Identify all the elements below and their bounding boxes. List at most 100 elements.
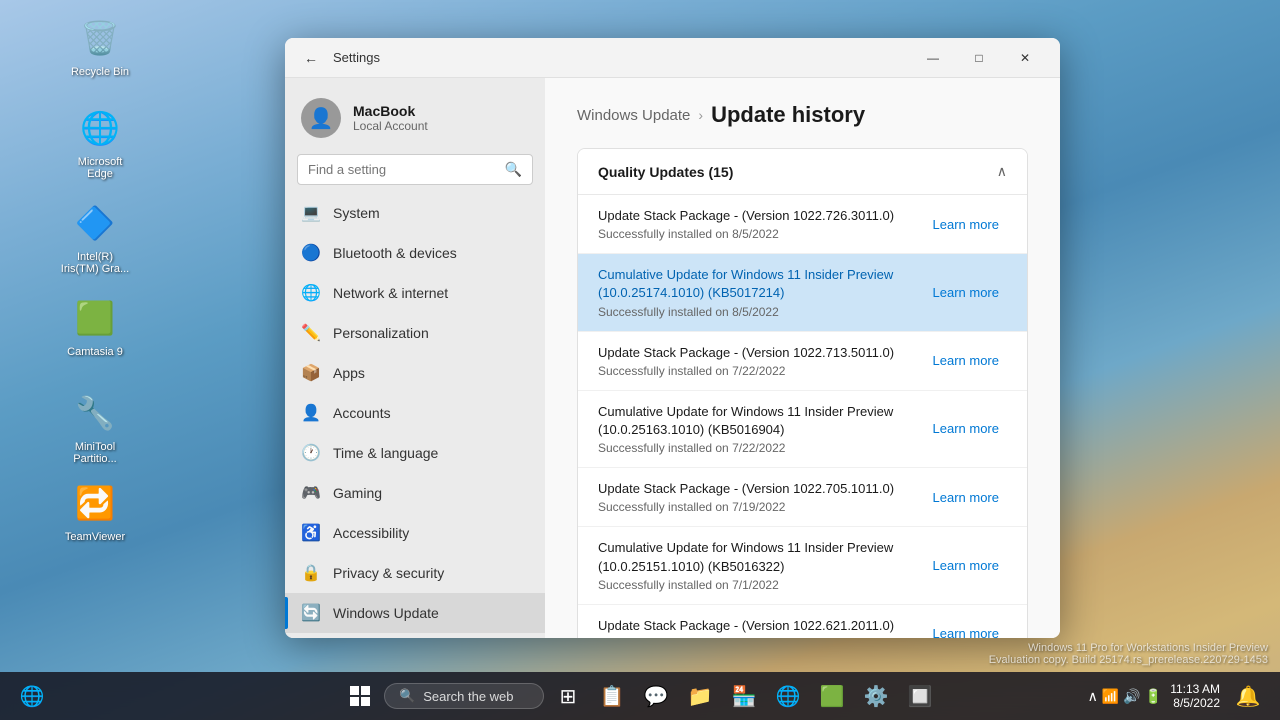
main-content: Windows Update › Update history Quality … (545, 78, 1060, 638)
intel-icon: 🔷 (71, 199, 119, 247)
recycle-bin-icon: 🗑️ (76, 14, 124, 62)
update-date-6: Successfully installed on 7/1/2022 (598, 578, 925, 592)
update-section: Quality Updates (15) ∧ Update Stack Pack… (577, 148, 1028, 638)
update-date-3: Successfully installed on 7/22/2022 (598, 364, 925, 378)
update-item-5: Update Stack Package - (Version 1022.705… (578, 468, 1027, 527)
accounts-label: Accounts (333, 405, 391, 421)
section-header[interactable]: Quality Updates (15) ∧ (578, 149, 1027, 195)
nav-item-windows-update[interactable]: 🔄 Windows Update (285, 593, 545, 633)
nav-item-gaming[interactable]: 🎮 Gaming (285, 473, 545, 513)
edge-taskbar-button[interactable]: 🌐 (768, 676, 808, 716)
widgets-button[interactable]: 📋 (592, 676, 632, 716)
store-button[interactable]: 🏪 (724, 676, 764, 716)
accessibility-icon: ♿ (301, 523, 321, 543)
camtasia-taskbar-button[interactable]: 🟩 (812, 676, 852, 716)
learn-more-button-3[interactable]: Learn more (925, 349, 1007, 372)
learn-more-button-1[interactable]: Learn more (925, 213, 1007, 236)
edge-taskbar-icon[interactable]: 🌐 (12, 676, 52, 716)
start-button[interactable] (340, 676, 380, 716)
user-profile[interactable]: 👤 MacBook Local Account (285, 90, 545, 154)
bluetooth-icon: 🔵 (301, 243, 321, 263)
update-item-6: Cumulative Update for Windows 11 Insider… (578, 527, 1027, 604)
watermark-line2: Evaluation copy. Build 25174.rs_prerelea… (0, 654, 1268, 666)
settings-window: ← Settings — □ ✕ 👤 MacBook Local Account (285, 38, 1060, 638)
teamviewer-label: TeamViewer (65, 531, 125, 543)
taskbar-left: 🌐 (12, 676, 52, 716)
search-icon: 🔍 (505, 161, 522, 178)
nav-item-privacy[interactable]: 🔒 Privacy & security (285, 553, 545, 593)
taskbar-right: ∧ 📶 🔊 🔋 11:13 AM 8/5/2022 🔔 (1088, 676, 1268, 716)
teams-button[interactable]: 💬 (636, 676, 676, 716)
update-date: Successfully installed on 8/5/2022 (598, 227, 925, 241)
update-item-7: Update Stack Package - (Version 1022.621… (578, 605, 1027, 638)
learn-more-button-7[interactable]: Learn more (925, 622, 1007, 638)
desktop-icon-intel[interactable]: 🔷 Intel(R) Iris(TM) Gra... (55, 195, 135, 279)
update-date-2: Successfully installed on 8/5/2022 (598, 305, 925, 319)
nav-item-time[interactable]: 🕐 Time & language (285, 433, 545, 473)
update-item-4: Cumulative Update for Windows 11 Insider… (578, 391, 1027, 468)
settings-search[interactable]: 🔍 (297, 154, 533, 185)
nav-item-system[interactable]: 💻 System (285, 193, 545, 233)
nav-item-bluetooth[interactable]: 🔵 Bluetooth & devices (285, 233, 545, 273)
battery-icon[interactable]: 🔋 (1145, 688, 1162, 705)
edge-icon: 🌐 (76, 104, 124, 152)
learn-more-button-5[interactable]: Learn more (925, 486, 1007, 509)
close-button[interactable]: ✕ (1002, 38, 1048, 78)
breadcrumb-current: Update history (711, 102, 865, 128)
desktop-icon-edge[interactable]: 🌐 Microsoft Edge (60, 100, 140, 184)
desktop-icon-camtasia[interactable]: 🟩 Camtasia 9 (55, 290, 135, 362)
settings-taskbar-button[interactable]: ⚙️ (856, 676, 896, 716)
taskbar-time[interactable]: 11:13 AM 8/5/2022 (1170, 682, 1220, 710)
update-name: Update Stack Package - (Version 1022.726… (598, 207, 925, 225)
learn-more-button-2[interactable]: Learn more (925, 281, 1007, 304)
update-info-7: Update Stack Package - (Version 1022.621… (598, 617, 925, 638)
update-item-3: Update Stack Package - (Version 1022.713… (578, 332, 1027, 391)
minimize-button[interactable]: — (910, 38, 956, 78)
file-explorer-button[interactable]: 📁 (680, 676, 720, 716)
time-label: Time & language (333, 445, 438, 461)
notification-icon[interactable]: 🔔 (1228, 676, 1268, 716)
nav-item-network[interactable]: 🌐 Network & internet (285, 273, 545, 313)
desktop-icon-recycle-bin[interactable]: 🗑️ Recycle Bin (60, 10, 140, 82)
learn-more-button-4[interactable]: Learn more (925, 417, 1007, 440)
search-icon: 🔍 (399, 688, 415, 704)
learn-more-button-6[interactable]: Learn more (925, 554, 1007, 577)
nav-item-accounts[interactable]: 👤 Accounts (285, 393, 545, 433)
nav-item-accessibility[interactable]: ♿ Accessibility (285, 513, 545, 553)
camtasia-icon: 🟩 (71, 294, 119, 342)
nav-item-personalization[interactable]: ✏️ Personalization (285, 313, 545, 353)
back-button[interactable]: ← (297, 44, 325, 72)
breadcrumb: Windows Update › Update history (577, 102, 1028, 128)
desktop-icon-teamviewer[interactable]: 🔁 TeamViewer (55, 475, 135, 547)
update-info-6: Cumulative Update for Windows 11 Insider… (598, 539, 925, 591)
taskbar-center: 🔍 Search the web ⊞ 📋 💬 📁 🏪 🌐 🟩 ⚙️ 🔲 (340, 676, 940, 716)
title-bar: ← Settings — □ ✕ (285, 38, 1060, 78)
update-date-4: Successfully installed on 7/22/2022 (598, 441, 925, 455)
extra-button[interactable]: 🔲 (900, 676, 940, 716)
chevron-icon[interactable]: ∧ (1088, 688, 1098, 705)
desktop-icon-minitool[interactable]: 🔧 MiniTool Partitio... (55, 385, 135, 469)
update-name-5: Update Stack Package - (Version 1022.705… (598, 480, 925, 498)
volume-icon[interactable]: 🔊 (1123, 688, 1140, 705)
update-info-4: Cumulative Update for Windows 11 Insider… (598, 403, 925, 455)
update-name-7: Update Stack Package - (Version 1022.621… (598, 617, 925, 635)
wifi-icon[interactable]: 📶 (1102, 688, 1119, 705)
window-body: 👤 MacBook Local Account 🔍 💻 System (285, 78, 1060, 638)
update-name-4: Cumulative Update for Windows 11 Insider… (598, 403, 925, 439)
page-header: Windows Update › Update history (577, 102, 1028, 128)
breadcrumb-separator: › (698, 107, 703, 123)
breadcrumb-parent: Windows Update (577, 107, 690, 124)
user-name: MacBook (353, 103, 428, 119)
taskbar-search[interactable]: 🔍 Search the web (384, 683, 544, 709)
system-label: System (333, 205, 380, 221)
nav-item-apps[interactable]: 📦 Apps (285, 353, 545, 393)
section-title: Quality Updates (15) (598, 164, 733, 180)
system-icon: 💻 (301, 203, 321, 223)
user-info: MacBook Local Account (353, 103, 428, 133)
apps-label: Apps (333, 365, 365, 381)
settings-search-input[interactable] (308, 162, 497, 177)
task-view-button[interactable]: ⊞ (548, 676, 588, 716)
update-info: Update Stack Package - (Version 1022.726… (598, 207, 925, 241)
maximize-button[interactable]: □ (956, 38, 1002, 78)
time-display: 11:13 AM (1170, 682, 1220, 696)
